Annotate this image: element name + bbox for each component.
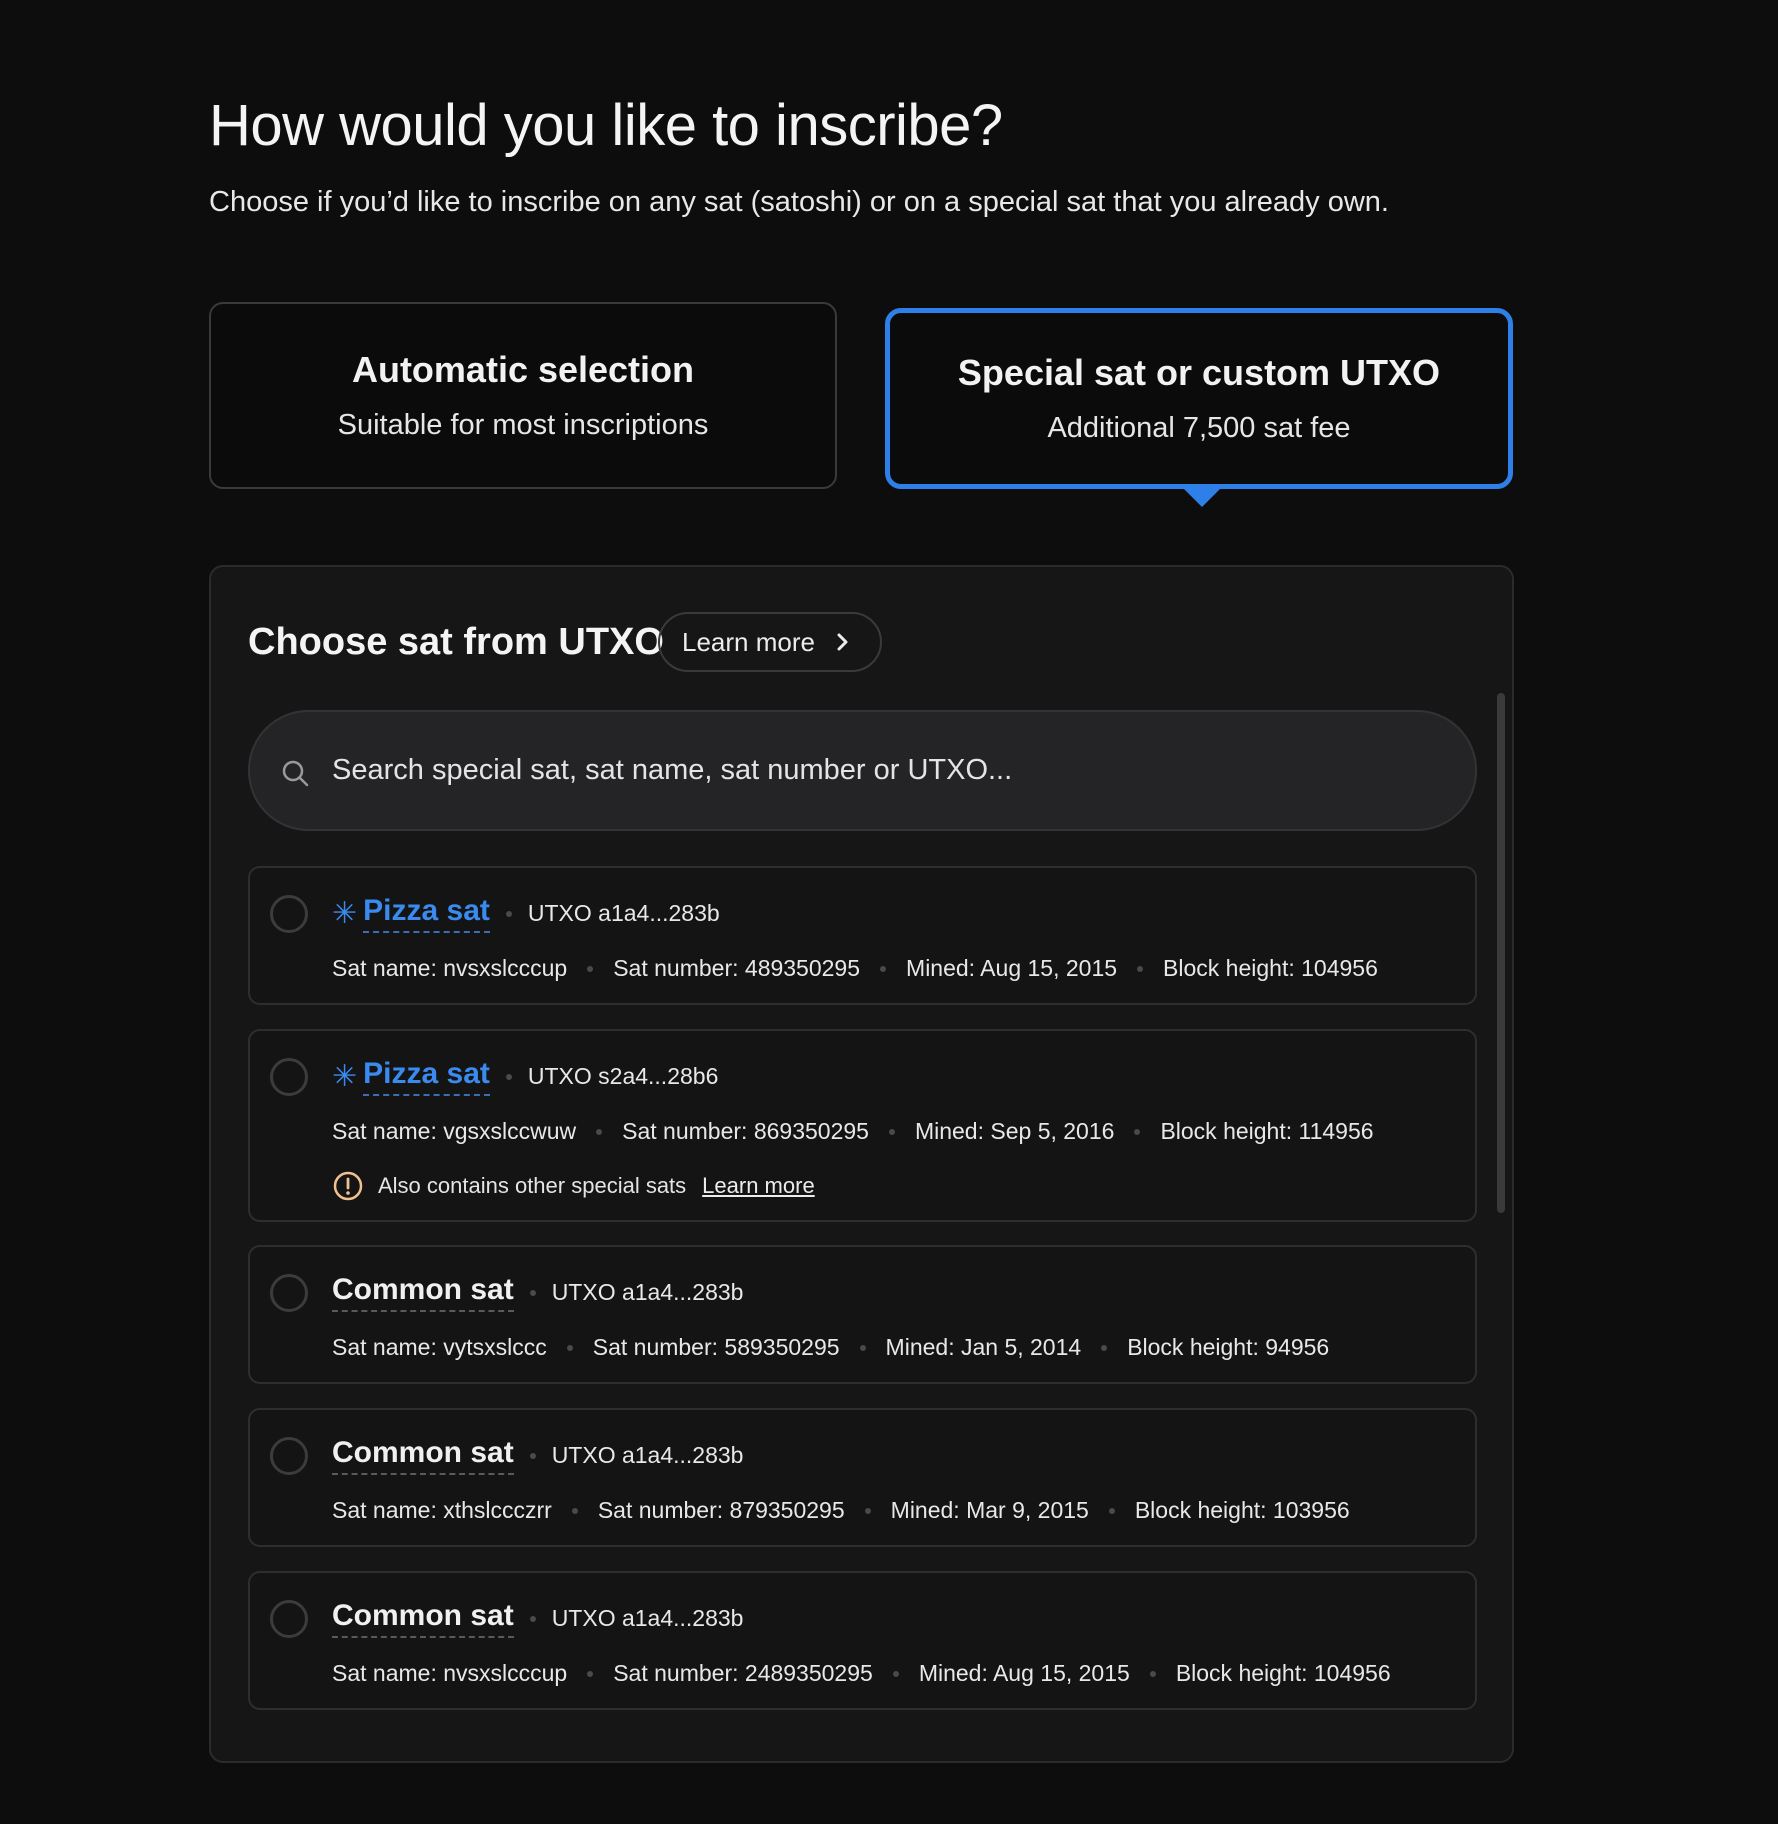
page-title: How would you like to inscribe? bbox=[209, 93, 1003, 158]
sat-name: Sat name: vgsxslccwuw bbox=[332, 1118, 577, 1144]
utxo-id: UTXO a1a4...283b bbox=[551, 1279, 744, 1305]
sat-number: Sat number: 879350295 bbox=[597, 1497, 845, 1523]
utxo-id: UTXO a1a4...283b bbox=[551, 1442, 744, 1468]
sat-type: Pizza sat bbox=[363, 894, 490, 933]
sat-number: Sat number: 2489350295 bbox=[613, 1660, 873, 1686]
separator-dot bbox=[587, 965, 594, 972]
sat-type: Pizza sat bbox=[363, 1057, 490, 1096]
utxo-id: UTXO a1a4...283b bbox=[551, 1605, 744, 1631]
radio-button[interactable] bbox=[270, 1600, 308, 1638]
sat-card[interactable]: Common sat UTXO a1a4...283b Sat name: nv… bbox=[248, 1571, 1477, 1710]
warning-learn-more-link[interactable]: Learn more bbox=[702, 1173, 815, 1199]
sat-number: Sat number: 869350295 bbox=[622, 1118, 869, 1144]
option-automatic-selection[interactable]: Automatic selection Suitable for most in… bbox=[209, 302, 837, 489]
option-subtitle: Additional 7,500 sat fee bbox=[1047, 412, 1351, 444]
separator-dot bbox=[888, 1128, 895, 1135]
sat-type: Common sat bbox=[332, 1599, 514, 1638]
sat-number: Sat number: 589350295 bbox=[592, 1334, 840, 1360]
mined-date: Mined: Jan 5, 2014 bbox=[885, 1334, 1082, 1360]
panel-title: Choose sat from UTXO bbox=[248, 621, 664, 663]
separator-dot bbox=[892, 1670, 899, 1677]
mined-date: Mined: Aug 15, 2015 bbox=[918, 1660, 1130, 1686]
utxo-panel: Choose sat from UTXO Learn more ✳ Pizza … bbox=[209, 565, 1514, 1763]
separator-dot bbox=[596, 1128, 603, 1135]
separator-dot bbox=[505, 1073, 512, 1080]
block-height: Block height: 104956 bbox=[1163, 955, 1378, 981]
separator-dot bbox=[529, 1289, 536, 1296]
special-sats-warning: Also contains other special sats Learn m… bbox=[332, 1170, 815, 1202]
sat-type: Common sat bbox=[332, 1436, 514, 1475]
learn-more-button[interactable]: Learn more bbox=[658, 612, 882, 672]
search-icon bbox=[282, 760, 309, 787]
block-height: Block height: 103956 bbox=[1134, 1497, 1350, 1523]
radio-button[interactable] bbox=[270, 895, 308, 933]
block-height: Block height: 104956 bbox=[1175, 1660, 1391, 1686]
option-title: Automatic selection bbox=[351, 349, 695, 390]
mined-date: Mined: Mar 9, 2015 bbox=[890, 1497, 1089, 1523]
separator-dot bbox=[587, 1670, 594, 1677]
asterisk-icon: ✳ bbox=[332, 897, 358, 930]
asterisk-icon: ✳ bbox=[332, 1060, 358, 1093]
separator-dot bbox=[1137, 965, 1144, 972]
alert-circle-icon bbox=[333, 1171, 363, 1201]
separator-dot bbox=[529, 1615, 536, 1622]
sat-card[interactable]: ✳ Pizza sat UTXO a1a4...283b Sat name: n… bbox=[248, 866, 1477, 1005]
chevron-right-icon bbox=[837, 633, 848, 651]
separator-dot bbox=[1134, 1128, 1141, 1135]
separator-dot bbox=[859, 1344, 866, 1351]
separator-dot bbox=[1101, 1344, 1108, 1351]
search-bar[interactable] bbox=[248, 710, 1477, 831]
sat-card[interactable]: ✳ Pizza sat UTXO s2a4...28b6 Sat name: v… bbox=[248, 1029, 1477, 1222]
option-subtitle: Suitable for most inscriptions bbox=[337, 409, 709, 441]
sat-type: Common sat bbox=[332, 1273, 514, 1312]
separator-dot bbox=[505, 910, 512, 917]
selection-pointer bbox=[1183, 488, 1221, 507]
radio-button[interactable] bbox=[270, 1437, 308, 1475]
block-height: Block height: 94956 bbox=[1127, 1334, 1330, 1360]
separator-dot bbox=[529, 1452, 536, 1459]
radio-button[interactable] bbox=[270, 1058, 308, 1096]
search-input[interactable] bbox=[332, 712, 1432, 829]
utxo-id: UTXO a1a4...283b bbox=[527, 900, 720, 926]
scrollbar[interactable] bbox=[1497, 693, 1505, 1213]
separator-dot bbox=[571, 1507, 578, 1514]
sat-card[interactable]: Common sat UTXO a1a4...283b Sat name: vy… bbox=[248, 1245, 1477, 1384]
separator-dot bbox=[880, 965, 887, 972]
option-title: Special sat or custom UTXO bbox=[957, 352, 1441, 393]
separator-dot bbox=[864, 1507, 871, 1514]
sat-number: Sat number: 489350295 bbox=[613, 955, 861, 981]
utxo-id: UTXO s2a4...28b6 bbox=[527, 1063, 719, 1089]
learn-more-label: Learn more bbox=[682, 626, 815, 657]
separator-dot bbox=[566, 1344, 573, 1351]
mined-date: Mined: Sep 5, 2016 bbox=[914, 1118, 1115, 1144]
sat-name: Sat name: vytsxslccc bbox=[332, 1334, 547, 1360]
sat-card[interactable]: Common sat UTXO a1a4...283b Sat name: xt… bbox=[248, 1408, 1477, 1547]
page-subtitle: Choose if you’d like to inscribe on any … bbox=[209, 186, 1389, 218]
sat-name: Sat name: xthslccczrr bbox=[332, 1497, 552, 1523]
separator-dot bbox=[1149, 1670, 1156, 1677]
sat-name: Sat name: nvsxslcccup bbox=[332, 1660, 568, 1686]
warning-text: Also contains other special sats bbox=[378, 1173, 687, 1198]
block-height: Block height: 114956 bbox=[1160, 1118, 1374, 1144]
radio-button[interactable] bbox=[270, 1274, 308, 1312]
separator-dot bbox=[1108, 1507, 1115, 1514]
option-special-sat[interactable]: Special sat or custom UTXO Additional 7,… bbox=[885, 308, 1513, 489]
mined-date: Mined: Aug 15, 2015 bbox=[906, 955, 1118, 981]
sat-name: Sat name: nvsxslcccup bbox=[332, 955, 568, 981]
